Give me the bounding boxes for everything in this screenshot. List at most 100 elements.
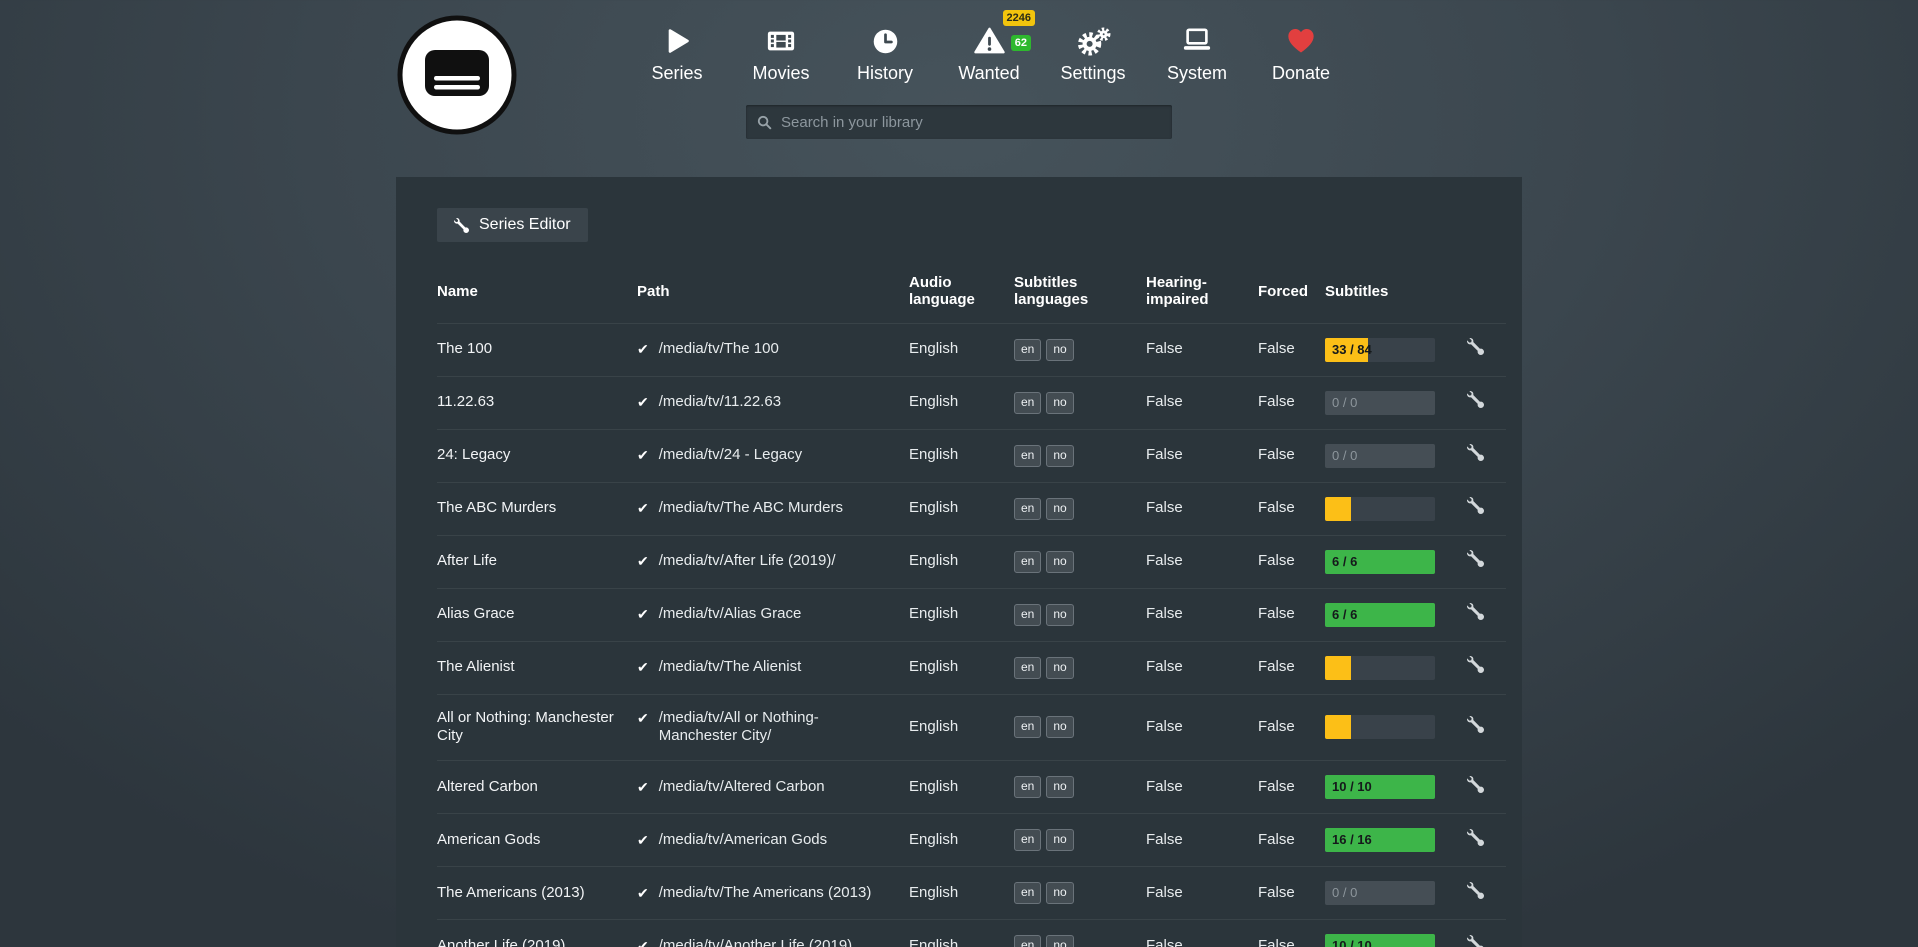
wrench-icon[interactable] bbox=[1467, 829, 1484, 852]
audio-language: English bbox=[909, 694, 1014, 761]
series-path: /media/tv/American Gods bbox=[659, 831, 827, 850]
app-header: Series Movies bbox=[396, 0, 1522, 177]
nav-label: History bbox=[857, 63, 913, 84]
language-badge: en bbox=[1014, 498, 1041, 520]
hearing-impaired: False bbox=[1146, 588, 1258, 641]
subtitles-progress-bar bbox=[1325, 656, 1435, 680]
forced: False bbox=[1258, 694, 1325, 761]
series-name[interactable]: Another Life (2019) bbox=[437, 920, 637, 947]
forced: False bbox=[1258, 761, 1325, 814]
subtitles-languages: enno bbox=[1014, 814, 1146, 867]
subtitles-progress-bar: 0 / 0 bbox=[1325, 391, 1435, 415]
subtitles-progress-bar bbox=[1325, 715, 1435, 739]
wrench-icon[interactable] bbox=[1467, 391, 1484, 414]
series-name[interactable]: 11.22.63 bbox=[437, 376, 637, 429]
check-icon: ✔ bbox=[637, 658, 649, 677]
forced: False bbox=[1258, 588, 1325, 641]
series-actions-cell bbox=[1455, 429, 1506, 482]
subtitles-count: 6 / 6 bbox=[1332, 553, 1357, 569]
wrench-icon[interactable] bbox=[1467, 882, 1484, 905]
language-badge: en bbox=[1014, 776, 1041, 798]
check-icon: ✔ bbox=[637, 340, 649, 359]
app-logo[interactable] bbox=[396, 14, 518, 136]
wrench-icon[interactable] bbox=[1467, 935, 1484, 947]
series-path-cell: ✔ /media/tv/11.22.63 bbox=[637, 376, 909, 429]
table-row: All or Nothing: Manchester City ✔ /media… bbox=[437, 694, 1506, 761]
wrench-icon[interactable] bbox=[1467, 716, 1484, 739]
hearing-impaired: False bbox=[1146, 920, 1258, 947]
subtitles-progress-cell: 0 / 0 bbox=[1325, 429, 1455, 482]
nav-donate[interactable]: Donate bbox=[1249, 22, 1353, 84]
nav-series[interactable]: Series bbox=[625, 22, 729, 84]
subtitles-progress-cell bbox=[1325, 482, 1455, 535]
subtitles-languages: enno bbox=[1014, 482, 1146, 535]
series-path: /media/tv/The 100 bbox=[659, 340, 779, 359]
library-search bbox=[746, 105, 1172, 139]
nav-label: System bbox=[1167, 63, 1227, 84]
hearing-impaired: False bbox=[1146, 429, 1258, 482]
series-name[interactable]: Altered Carbon bbox=[437, 761, 637, 814]
series-actions-cell bbox=[1455, 323, 1506, 376]
language-badge: en bbox=[1014, 445, 1041, 467]
wanted-series-count-badge: 2246 bbox=[1003, 10, 1035, 26]
laptop-icon bbox=[1180, 22, 1214, 60]
subtitles-count: 10 / 10 bbox=[1332, 779, 1372, 795]
nav-label: Settings bbox=[1060, 63, 1125, 84]
series-name[interactable]: 24: Legacy bbox=[437, 429, 637, 482]
language-badge: en bbox=[1014, 392, 1041, 414]
nav-system[interactable]: System bbox=[1145, 22, 1249, 84]
series-editor-button[interactable]: Series Editor bbox=[437, 208, 588, 242]
clock-icon bbox=[871, 22, 900, 60]
series-actions-cell bbox=[1455, 761, 1506, 814]
header-subtitles: Subtitles bbox=[1325, 266, 1455, 323]
search-input[interactable] bbox=[781, 114, 1161, 131]
wanted-movies-count-badge: 62 bbox=[1011, 35, 1031, 51]
series-name[interactable]: The 100 bbox=[437, 323, 637, 376]
header-subtitles-languages: Subtitles languages bbox=[1014, 266, 1146, 323]
wrench-icon[interactable] bbox=[1467, 550, 1484, 573]
series-name[interactable]: The Alienist bbox=[437, 641, 637, 694]
subtitles-progress-cell: 16 / 16 bbox=[1325, 814, 1455, 867]
nav-history[interactable]: History bbox=[833, 22, 937, 84]
series-name[interactable]: After Life bbox=[437, 535, 637, 588]
hearing-impaired: False bbox=[1146, 323, 1258, 376]
series-name[interactable]: American Gods bbox=[437, 814, 637, 867]
wrench-icon[interactable] bbox=[1467, 656, 1484, 679]
series-path-cell: ✔ /media/tv/The Alienist bbox=[637, 641, 909, 694]
nav-wanted[interactable]: 2246 62 Wanted bbox=[937, 22, 1041, 84]
language-badge: no bbox=[1046, 445, 1073, 467]
series-name[interactable]: Alias Grace bbox=[437, 588, 637, 641]
wrench-icon[interactable] bbox=[1467, 338, 1484, 361]
app-screen: Series Movies bbox=[0, 0, 1918, 947]
subtitles-count: 10 / 10 bbox=[1332, 938, 1372, 947]
forced: False bbox=[1258, 429, 1325, 482]
subtitles-progress-bar: 0 / 0 bbox=[1325, 444, 1435, 468]
series-actions-cell bbox=[1455, 920, 1506, 947]
series-path: /media/tv/The Alienist bbox=[659, 658, 802, 677]
series-path-cell: ✔ /media/tv/Altered Carbon bbox=[637, 761, 909, 814]
series-path-cell: ✔ /media/tv/After Life (2019)/ bbox=[637, 535, 909, 588]
nav-movies[interactable]: Movies bbox=[729, 22, 833, 84]
audio-language: English bbox=[909, 535, 1014, 588]
heart-icon bbox=[1286, 22, 1316, 60]
wrench-icon[interactable] bbox=[1467, 497, 1484, 520]
header-actions bbox=[1455, 266, 1506, 323]
nav-settings[interactable]: Settings bbox=[1041, 22, 1145, 84]
series-name[interactable]: The ABC Murders bbox=[437, 482, 637, 535]
subtitles-languages: enno bbox=[1014, 761, 1146, 814]
wrench-icon[interactable] bbox=[1467, 776, 1484, 799]
table-row: The Alienist ✔ /media/tv/The Alienist En… bbox=[437, 641, 1506, 694]
header-name: Name bbox=[437, 266, 637, 323]
wrench-icon[interactable] bbox=[1467, 444, 1484, 467]
gears-icon bbox=[1076, 22, 1111, 60]
subtitles-languages: enno bbox=[1014, 535, 1146, 588]
subtitles-progress-cell bbox=[1325, 641, 1455, 694]
series-name[interactable]: The Americans (2013) bbox=[437, 867, 637, 920]
wrench-icon[interactable] bbox=[1467, 603, 1484, 626]
language-badge: no bbox=[1046, 551, 1073, 573]
subtitles-languages: enno bbox=[1014, 920, 1146, 947]
language-badge: no bbox=[1046, 882, 1073, 904]
series-name[interactable]: All or Nothing: Manchester City bbox=[437, 694, 637, 761]
subtitles-languages: enno bbox=[1014, 588, 1146, 641]
language-badge: no bbox=[1046, 716, 1073, 738]
